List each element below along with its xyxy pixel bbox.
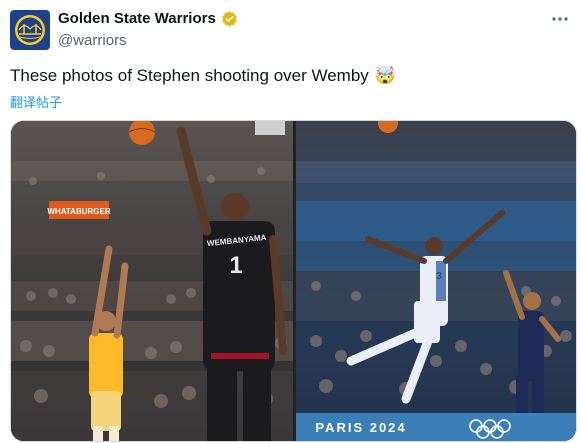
media-grid: WHATABURGER WEMBANYAMA 1 3 PARIS 2024	[10, 120, 577, 442]
tweet-text: These photos of Stephen shooting over We…	[10, 66, 396, 86]
jersey-number: 1	[229, 252, 242, 279]
paris-2024-text: PARIS 2024	[315, 420, 406, 435]
tweet-body: These photos of Stephen shooting over We…	[10, 66, 369, 85]
translate-post-link[interactable]: 翻译帖子	[10, 92, 62, 111]
author-name-row: Golden State Warriors	[58, 10, 238, 27]
france-jersey-number: 3	[436, 271, 442, 282]
warriors-bridge-logo-icon	[15, 15, 45, 45]
arena-banner-text: WHATABURGER	[47, 207, 110, 216]
avatar[interactable]	[10, 10, 50, 50]
verified-badge-icon	[222, 11, 237, 27]
more-horizontal-icon[interactable]	[551, 10, 569, 33]
spurs-game-photo: WHATABURGER WEMBANYAMA 1	[11, 121, 293, 441]
photo-left[interactable]: WHATABURGER WEMBANYAMA 1	[11, 121, 293, 441]
olympics-game-photo: 3 PARIS 2024	[296, 121, 576, 441]
exploding-head-emoji: 🤯	[374, 66, 396, 85]
author-name[interactable]: Golden State Warriors	[58, 10, 216, 27]
photo-right[interactable]: 3 PARIS 2024	[296, 121, 576, 441]
author-handle[interactable]: @warriors	[58, 32, 127, 49]
